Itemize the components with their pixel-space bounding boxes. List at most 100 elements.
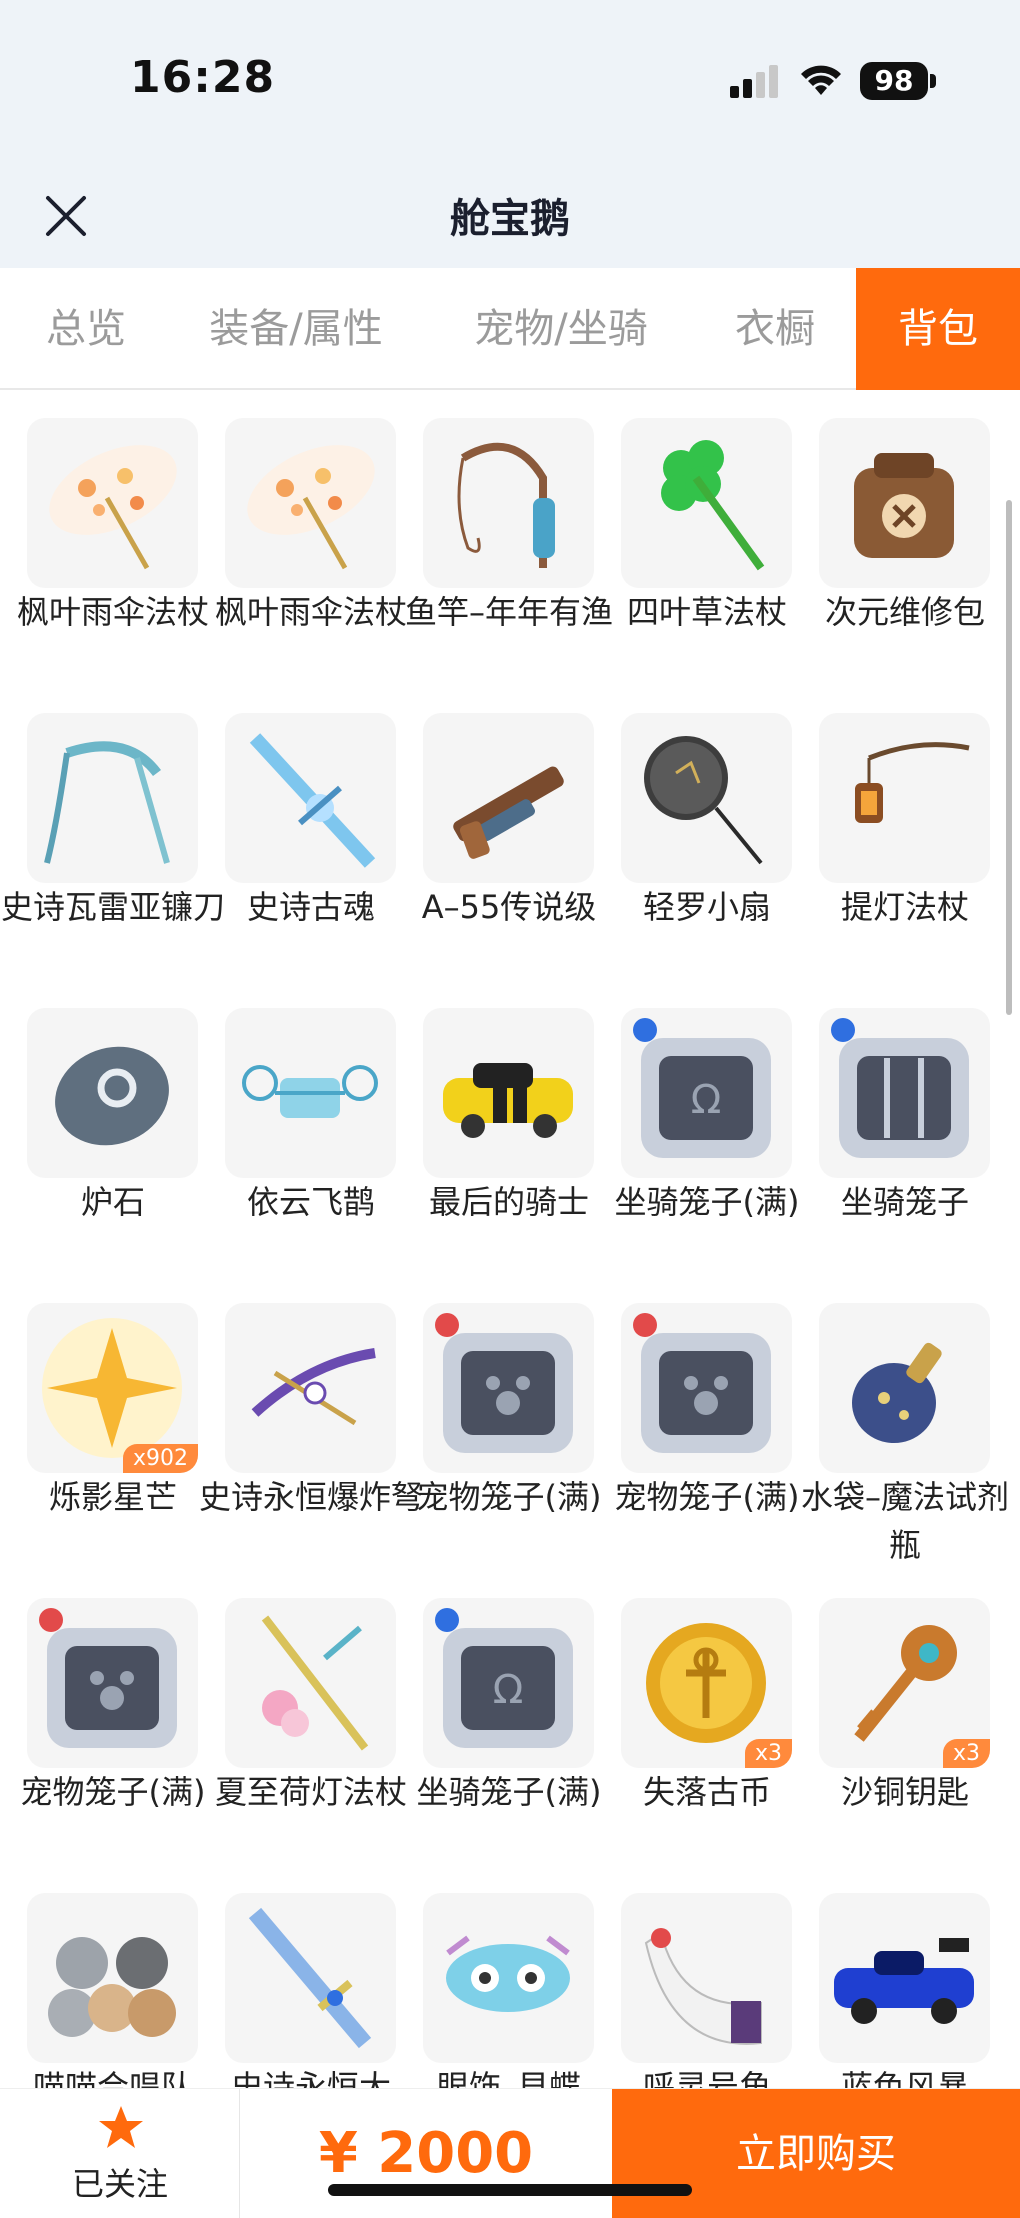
round-fan-icon	[644, 736, 763, 865]
item-name: 史诗瓦雷亚镰刀	[0, 888, 225, 926]
blue-racecar-icon	[834, 1938, 974, 2024]
item-name: 史诗永恒大	[230, 2068, 391, 2088]
horn-icon	[644, 1928, 762, 2045]
pet-cage-icon	[633, 1313, 771, 1453]
inventory-item[interactable]: 喵喵合唱队	[0, 1867, 198, 2088]
inventory-item[interactable]: x3 失落古币	[594, 1572, 792, 1867]
item-thumbnail	[621, 1303, 792, 1473]
item-name: 轻罗小扇	[642, 888, 771, 926]
inventory-item[interactable]: 宠物笼子(满)	[0, 1572, 205, 1867]
item-thumbnail	[423, 713, 594, 883]
inventory-item[interactable]: 坐骑笼子	[792, 982, 990, 1277]
mount-cage-icon: Ω	[435, 1608, 573, 1748]
follow-label: 已关注	[71, 2165, 168, 2203]
inventory-item[interactable]: x3 沙铜钥匙	[792, 1572, 990, 1867]
item-name: 史诗永恒爆炸弩	[198, 1478, 423, 1516]
inventory-item[interactable]: 提灯法杖	[792, 687, 990, 982]
inventory-item[interactable]: 鱼竿–年年有渔	[396, 392, 613, 687]
inventory-item[interactable]: Ω 坐骑笼子(满)	[594, 982, 799, 1277]
inventory-item[interactable]: 呼灵号角	[594, 1867, 792, 2088]
item-thumbnail: x3	[819, 1598, 990, 1768]
inventory-item[interactable]: 宠物笼子(满)	[396, 1277, 601, 1572]
page-title: 舱宝鹅	[450, 196, 570, 242]
inventory-item[interactable]: 枫叶雨伞法杖	[0, 392, 209, 687]
inventory-item[interactable]: 史诗瓦雷亚镰刀	[0, 687, 225, 982]
inventory-item[interactable]: 枫叶雨伞法杖	[198, 392, 407, 687]
inventory-item[interactable]: 史诗永恒大	[198, 1867, 396, 2088]
eye-mask-icon	[446, 1935, 570, 2012]
rifle-icon	[453, 766, 564, 859]
item-name: 史诗古魂	[246, 888, 375, 926]
inventory-item[interactable]: A–55传说级	[396, 687, 596, 982]
tab-bar: 总览 装备/属性 宠物/坐骑 衣橱 背包	[0, 268, 1020, 390]
status-bar: 16:28 98	[0, 0, 1020, 150]
item-thumbnail	[423, 1303, 594, 1473]
svg-text:Ω: Ω	[691, 1077, 722, 1123]
item-name: 炉石	[80, 1183, 145, 1221]
item-thumbnail	[621, 713, 792, 883]
cat-choir-icon	[48, 1937, 176, 2037]
yellow-car-icon	[443, 1063, 573, 1138]
item-thumbnail	[225, 418, 396, 588]
item-thumbnail	[27, 1598, 198, 1768]
item-name: 夏至荷灯法杖	[214, 1773, 407, 1811]
item-name: 枫叶雨伞法杖	[214, 593, 407, 631]
item-name: 坐骑笼子	[840, 1183, 969, 1221]
tab-wardrobe[interactable]: 衣橱	[710, 268, 840, 390]
bottom-action-bar: 已关注 ¥ 2000 立即购买	[0, 2088, 1020, 2218]
item-name: 宠物笼子(满)	[416, 1478, 602, 1516]
lotus-staff-icon	[261, 1615, 369, 1751]
item-name: 宠物笼子(满)	[614, 1478, 800, 1516]
item-thumbnail	[27, 713, 198, 883]
scrollbar[interactable]	[1006, 500, 1012, 1015]
item-name: 宠物笼子(满)	[20, 1773, 206, 1811]
maple-umbrella-icon	[247, 445, 375, 570]
item-thumbnail	[621, 1893, 792, 2063]
cellular-signal-icon	[730, 65, 778, 98]
inventory-item[interactable]: 宠物笼子(满)	[594, 1277, 799, 1572]
inventory-item[interactable]: x902 烁影星芒	[0, 1277, 198, 1572]
inventory-item[interactable]: 蓝色风暴	[792, 1867, 990, 2088]
tab-backpack[interactable]: 背包	[856, 268, 1020, 390]
inventory-item[interactable]: 眼饰–貝蝶	[396, 1867, 594, 2088]
item-thumbnail	[819, 1893, 990, 2063]
inventory-item[interactable]: 炉石	[0, 982, 198, 1277]
item-name: 鱼竿–年年有渔	[404, 593, 613, 631]
tab-pets-mounts[interactable]: 宠物/坐骑	[446, 268, 676, 390]
inventory-item[interactable]: 史诗永恒爆炸弩	[198, 1277, 423, 1572]
item-name: 喵喵合唱队	[32, 2068, 193, 2088]
item-thumbnail	[225, 1303, 396, 1473]
inventory-item[interactable]: 水袋–魔法试剂瓶	[792, 1277, 1009, 1572]
battery-indicator: 98	[860, 62, 928, 100]
item-name: 烁影星芒	[48, 1478, 177, 1516]
inventory-item[interactable]: 史诗古魂	[198, 687, 396, 982]
inventory-item[interactable]: 轻罗小扇	[594, 687, 792, 982]
item-thumbnail	[225, 1598, 396, 1768]
item-thumbnail	[423, 1008, 594, 1178]
pet-cage-icon	[435, 1313, 573, 1453]
inventory-item[interactable]: Ω 坐骑笼子(满)	[396, 1572, 601, 1867]
item-name: 最后的骑士	[428, 1183, 589, 1221]
scythe-icon	[44, 741, 170, 864]
maple-umbrella-icon	[49, 445, 177, 570]
item-count-badge: x3	[942, 1739, 990, 1768]
buy-now-button[interactable]: 立即购买	[612, 2089, 1020, 2218]
header-area: 16:28 98 舱宝鹅	[0, 0, 1020, 268]
star-icon	[99, 2106, 143, 2148]
item-thumbnail	[819, 1303, 990, 1473]
inventory-item[interactable]: 四叶草法杖	[594, 392, 792, 687]
inventory-item[interactable]: 依云飞鹊	[198, 982, 396, 1277]
inventory-item[interactable]: 最后的骑士	[396, 982, 594, 1277]
tab-overview[interactable]: 总览	[12, 268, 160, 390]
inventory-item[interactable]: 夏至荷灯法杖	[198, 1572, 407, 1867]
svg-text:Ω: Ω	[493, 1667, 524, 1713]
mount-cage-icon: Ω	[633, 1018, 771, 1158]
potion-bottle-icon	[852, 1342, 942, 1443]
item-thumbnail: Ω	[621, 1008, 792, 1178]
item-thumbnail	[27, 418, 198, 588]
tab-equipment[interactable]: 装备/属性	[186, 268, 406, 390]
follow-button[interactable]: 已关注	[0, 2089, 240, 2218]
inventory-item[interactable]: 次元维修包	[792, 392, 990, 687]
crossbow-icon	[251, 1348, 376, 1426]
item-name: 枫叶雨伞法杖	[16, 593, 209, 631]
